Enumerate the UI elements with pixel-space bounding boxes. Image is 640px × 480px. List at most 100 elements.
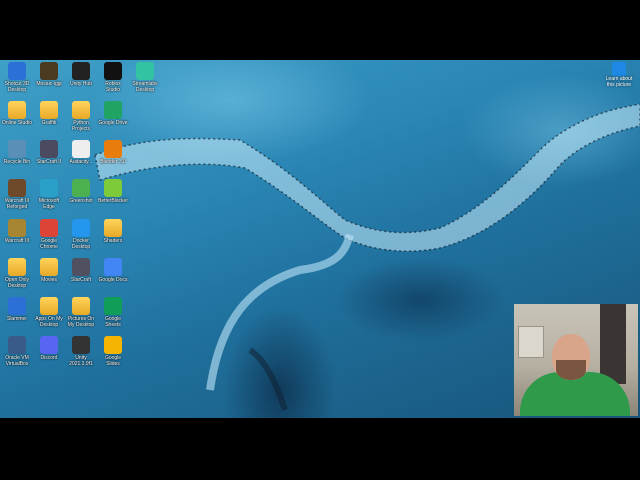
desktop-icon-label: Google Docs	[98, 277, 128, 283]
folder-icon	[72, 101, 90, 119]
desktop-icon[interactable]: Warcraft III	[0, 219, 34, 244]
desktop-icon-label: Pictures On My Desktop	[67, 316, 95, 328]
docker-icon	[72, 219, 90, 237]
webcam-person-beard	[556, 360, 586, 380]
google-docs-icon	[104, 258, 122, 276]
virtualbox-icon	[8, 336, 26, 354]
webcam-overlay	[514, 304, 638, 416]
desktop-icon[interactable]: StarCraft II	[32, 140, 66, 165]
desktop-icon-label: Python Projects	[71, 120, 91, 132]
desktop-icon[interactable]: Google Chrome	[32, 219, 66, 250]
desktop-icon-label: Apps On My Desktop	[35, 316, 63, 328]
desktop-icon[interactable]: Oracle VM VirtualBox	[0, 336, 34, 367]
starcraft-icon	[40, 140, 58, 158]
cube-icon	[104, 179, 122, 197]
desktop-icon[interactable]: Shaders	[96, 219, 130, 244]
webcam-shelf	[518, 326, 544, 358]
desktop-icon-label: Discord	[40, 355, 58, 361]
desktop-icon[interactable]: Slammer	[0, 297, 34, 322]
desktop-icon[interactable]: Roblox Studio	[96, 62, 130, 93]
desktop-icon-label: Unity 2021.3.9f1	[69, 355, 93, 367]
folder-icon	[8, 101, 26, 119]
desktop-icon-label: Google Slides	[104, 355, 122, 367]
desktop-icon-label: Google Sheets	[104, 316, 122, 328]
desktop-icon-label: Unity Hub	[70, 81, 92, 87]
desktop-icon[interactable]: Microsoft Edge	[32, 179, 66, 210]
desktop-icon[interactable]: Google Slides	[96, 336, 130, 367]
blender-icon	[104, 140, 122, 158]
edge-icon	[40, 179, 58, 197]
folder-icon	[40, 101, 58, 119]
desktop-icon[interactable]: Shotcut 3D Desktop	[0, 62, 34, 93]
roblox-icon	[104, 62, 122, 80]
desktop-icon[interactable]: Audacity...	[64, 140, 98, 165]
desktop-icon[interactable]: Unity 2021.3.9f1	[64, 336, 98, 367]
warcraft-icon	[8, 179, 26, 197]
folder-icon	[104, 219, 122, 237]
desktop-icon-label: Shaders	[103, 238, 123, 244]
desktop-icon-label: Warcraft III Reforged	[4, 198, 30, 210]
unity-icon	[72, 336, 90, 354]
desktop-icon-label: Recycle Bin	[3, 159, 31, 165]
desktop-icon[interactable]: Google Sheets	[96, 297, 130, 328]
desktop-icon-label: Online Studio	[1, 120, 33, 126]
desktop-icon-label: Roblox Studio	[105, 81, 121, 93]
desktop-icon[interactable]: Python Projects	[64, 101, 98, 132]
folder-icon	[8, 258, 26, 276]
desktop-icon-label: Google Drive	[98, 120, 128, 126]
google-sheets-icon	[104, 297, 122, 315]
desktop-icon[interactable]: Blender 3.0	[96, 140, 130, 165]
desktop-icon-label: Oracle VM VirtualBox	[5, 355, 29, 367]
desktop-icon[interactable]: Movies	[32, 258, 66, 283]
desktop-icon-label: Streamlabs Desktop	[132, 81, 158, 93]
desktop-icon-label: Docker Desktop	[71, 238, 91, 250]
desktop-icon-label: Mosaic-iggi	[36, 81, 62, 87]
desktop-icon-label: BetterBlocker	[97, 198, 128, 204]
desktop-icon[interactable]: Streamlabs Desktop	[128, 62, 162, 93]
desktop-icon[interactable]: Mosaic-iggi	[32, 62, 66, 87]
desktop-icon[interactable]: Apps On My Desktop	[32, 297, 66, 328]
discord-icon	[40, 336, 58, 354]
desktop-icon-label: Warcraft III	[4, 238, 30, 244]
streamlabs-icon	[136, 62, 154, 80]
webcam-doorframe	[600, 304, 626, 384]
desktop-icon-label: Movies	[41, 277, 57, 283]
desktop-icon-label: Graffiti	[41, 120, 57, 126]
learn-about-picture[interactable]: Learn about this picture	[600, 62, 638, 88]
learn-picture-icon	[612, 62, 626, 76]
desktop-icon-label: Open Only Desktop	[5, 277, 29, 289]
desktop-icon-label: Greenshot	[69, 198, 93, 204]
desktop-icon-label: Blender 3.0	[100, 159, 126, 165]
game-icon	[40, 62, 58, 80]
google-slides-icon	[104, 336, 122, 354]
desktop-icon[interactable]: Recycle Bin	[0, 140, 34, 165]
google-drive-icon	[104, 101, 122, 119]
folder-icon	[72, 297, 90, 315]
chrome-icon	[40, 219, 58, 237]
folder-icon	[40, 297, 58, 315]
desktop-icon[interactable]: BetterBlocker	[96, 179, 130, 204]
desktop-icon[interactable]: Warcraft III Reforged	[0, 179, 34, 210]
desktop-icon[interactable]: Graffiti	[32, 101, 66, 126]
desktop-icon-label: StarCraft	[70, 277, 91, 283]
desktop-icon[interactable]: Pictures On My Desktop	[64, 297, 98, 328]
desktop-icon[interactable]: Google Docs	[96, 258, 130, 283]
shotcut-icon	[8, 62, 26, 80]
recycle-bin-icon	[8, 140, 26, 158]
unity-icon	[72, 62, 90, 80]
desktop-icon[interactable]: Google Drive	[96, 101, 130, 126]
desktop-icon[interactable]: Docker Desktop	[64, 219, 98, 250]
folder-icon	[40, 258, 58, 276]
desktop-icon[interactable]: Online Studio	[0, 101, 34, 126]
desktop-icon-label: StarCraft II	[36, 159, 62, 165]
desktop-icon-label: Shotcut 3D Desktop	[4, 81, 30, 93]
starcraft-icon	[72, 258, 90, 276]
desktop-icon[interactable]: Greenshot	[64, 179, 98, 204]
desktop-icon-label: Google Chrome	[40, 238, 58, 250]
desktop-icon[interactable]: StarCraft	[64, 258, 98, 283]
desktop-icon[interactable]: Unity Hub	[64, 62, 98, 87]
desktop-icon[interactable]: Open Only Desktop	[0, 258, 34, 289]
document-icon	[72, 140, 90, 158]
desktop-icon[interactable]: Discord	[32, 336, 66, 361]
slammer-icon	[8, 297, 26, 315]
